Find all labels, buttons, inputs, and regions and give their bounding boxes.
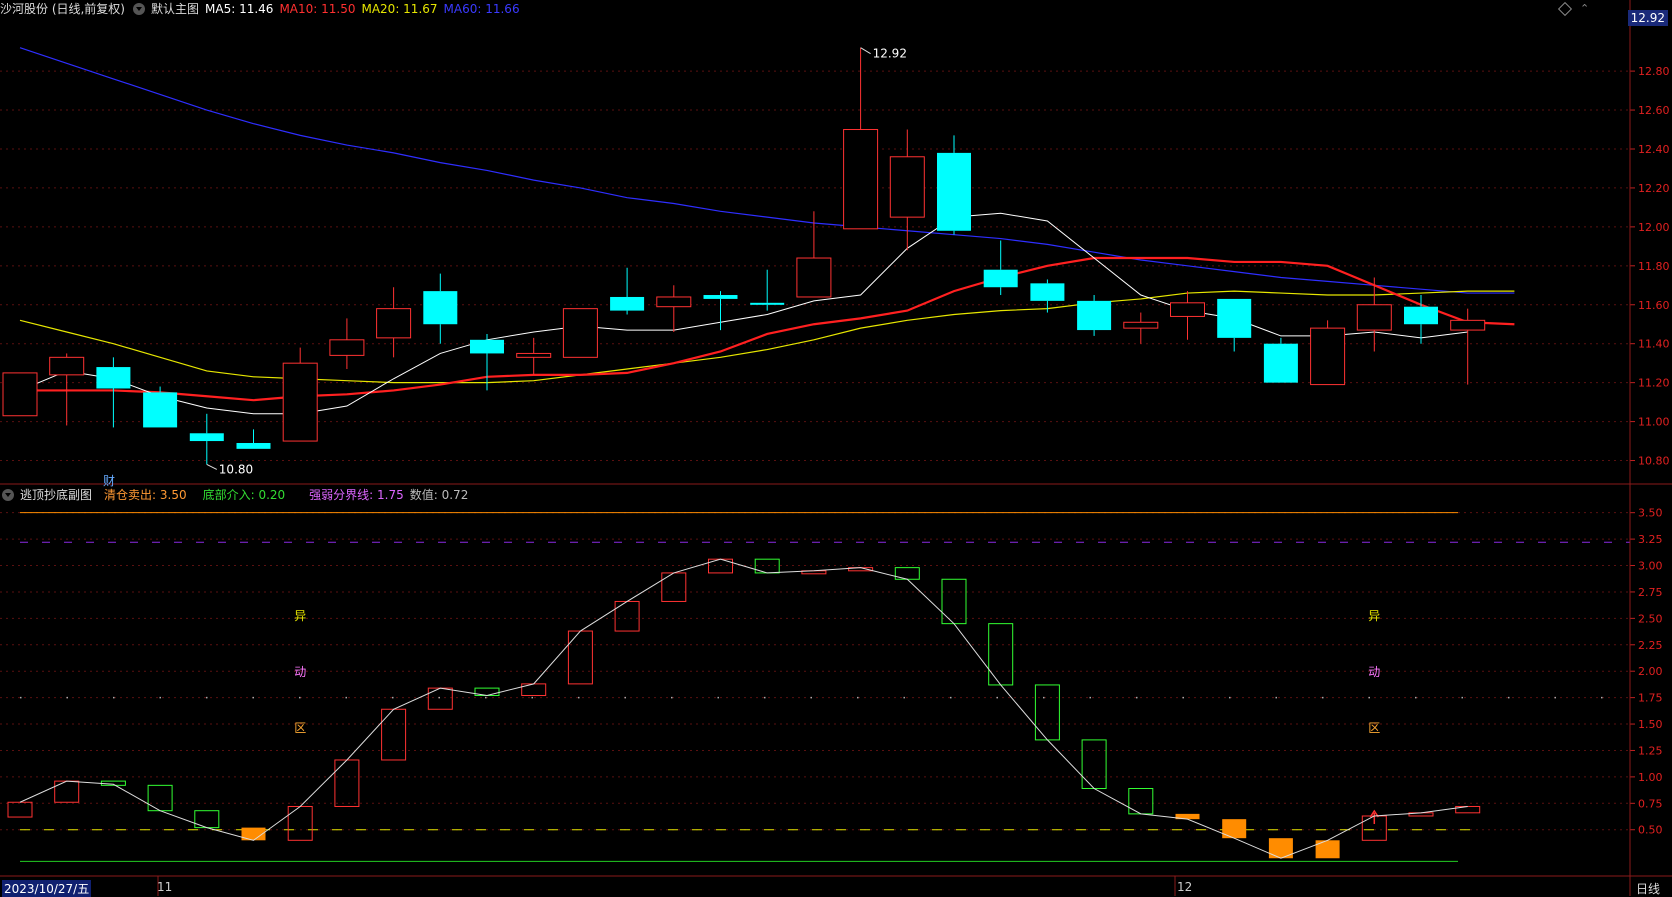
zone-char: 区 <box>1368 721 1380 735</box>
divide-line-label: 强弱分界线: 1.75 <box>309 488 404 502</box>
indicator-bottom-bar <box>1315 840 1340 859</box>
candle-body <box>1030 283 1065 301</box>
chart-name[interactable]: 默认主图 <box>151 0 199 18</box>
indicator-bottom-bar <box>1222 819 1247 839</box>
candle-body <box>656 296 692 308</box>
sub-y-tick-label: 2.00 <box>1638 665 1663 678</box>
candle-body <box>1217 298 1252 338</box>
month-11-label: 11 <box>157 880 173 894</box>
candle-body <box>610 296 645 311</box>
main-y-tick-label: 12.00 <box>1638 221 1670 234</box>
candle-body <box>1263 343 1298 383</box>
main-header: 沙河股份 (日线,前复权) 默认主图 MA5: 11.46 MA10: 11.5… <box>0 0 520 18</box>
candle-body <box>376 308 412 339</box>
candle-body <box>1450 319 1486 331</box>
current-price-badge: 12.92 <box>1627 10 1668 26</box>
candle-body <box>329 339 365 356</box>
candle-body <box>1170 302 1205 317</box>
candle-body <box>470 339 504 354</box>
candle-body <box>983 269 1018 288</box>
candle-body <box>236 443 271 449</box>
candle-body <box>750 302 785 305</box>
sub-header: 逃顶抄底副图 清仓卖出: 3.50 底部介入: 0.20 强弱分界线: 1.75… <box>0 486 468 504</box>
main-y-tick-label: 10.80 <box>1638 455 1670 468</box>
candle-body <box>189 433 224 442</box>
main-y-tick-label: 11.20 <box>1638 377 1670 390</box>
candle-body <box>96 367 131 389</box>
main-y-tick-label: 12.20 <box>1638 182 1670 195</box>
zone-char: 区 <box>294 721 306 735</box>
sub-y-tick-label: 2.75 <box>1638 586 1663 599</box>
sub-y-tick-label: 1.25 <box>1638 744 1663 757</box>
period-label[interactable]: 日线 <box>1636 880 1660 897</box>
candle-body <box>143 392 178 428</box>
date-start-label: 2023/10/27/五 <box>2 880 92 897</box>
dropdown-icon[interactable] <box>133 3 145 15</box>
sub-y-tick-label: 3.50 <box>1638 507 1663 520</box>
ma20-label: MA20: 11.67 <box>361 2 438 16</box>
sub-y-tick-label: 2.50 <box>1638 612 1663 625</box>
main-y-tick-label: 12.80 <box>1638 65 1670 78</box>
zone-char: 动 <box>294 665 306 679</box>
chevron-up-icon[interactable]: ⌃ <box>1580 2 1589 15</box>
sub-y-tick-label: 0.50 <box>1638 824 1663 837</box>
candle-body <box>2 372 38 417</box>
ma10-label: MA10: 11.50 <box>279 2 356 16</box>
zone-char: 动 <box>1368 665 1380 679</box>
zone-char: 异 <box>294 609 306 623</box>
month-12-label: 12 <box>1177 880 1193 894</box>
ma5-label: MA5: 11.46 <box>205 2 274 16</box>
candle-body <box>703 295 738 299</box>
candle-body <box>562 308 598 358</box>
main-y-tick-label: 11.60 <box>1638 299 1670 312</box>
sub-y-tick-label: 3.00 <box>1638 560 1663 573</box>
main-y-tick-label: 11.80 <box>1638 260 1670 273</box>
stock-chart[interactable]: 12.80 12.60 12.40 12.20 12.00 11.80 11.60 11.40… <box>0 0 1672 896</box>
dropdown-icon[interactable] <box>2 489 14 501</box>
candle-body <box>1356 304 1392 331</box>
high-price-label: 12.92 <box>873 47 907 61</box>
finance-mark[interactable]: 财 <box>103 472 115 489</box>
bottom-entry-label: 底部介入: 0.20 <box>202 488 286 502</box>
stock-name[interactable]: 沙河股份 (日线,前复权) <box>0 0 125 18</box>
sub-y-tick-label: 1.00 <box>1638 771 1663 784</box>
candle-body <box>1123 321 1159 329</box>
candle-body <box>516 352 552 358</box>
ma60-label: MA60: 11.66 <box>443 2 520 16</box>
candle-body <box>282 362 318 442</box>
clear-sell-label: 清仓卖出: 3.50 <box>104 488 187 502</box>
low-price-label: 10.80 <box>219 462 253 476</box>
candle-body <box>796 257 832 298</box>
sub-y-tick-label: 2.25 <box>1638 639 1663 652</box>
main-y-tick-label: 12.60 <box>1638 104 1670 117</box>
sub-y-tick-label: 1.50 <box>1638 718 1663 731</box>
value-label: 数值: 0.72 <box>409 488 469 502</box>
candle-body <box>937 152 971 231</box>
candle-body <box>1310 327 1346 386</box>
main-y-tick-label: 11.00 <box>1638 416 1670 429</box>
candle-body <box>423 291 458 325</box>
sub-indicator-name[interactable]: 逃顶抄底副图 <box>20 486 92 504</box>
main-y-tick-label: 12.40 <box>1638 143 1670 156</box>
sub-y-tick-label: 3.25 <box>1638 533 1663 546</box>
candle-body <box>1404 306 1438 325</box>
candle-body <box>843 129 879 230</box>
candle-body <box>1077 300 1112 331</box>
candle-body <box>49 356 85 376</box>
sub-y-tick-label: 1.75 <box>1638 692 1663 705</box>
zone-char: 异 <box>1368 609 1380 623</box>
sub-y-tick-label: 0.75 <box>1638 797 1663 810</box>
candle-body <box>889 156 925 218</box>
main-y-tick-label: 11.40 <box>1638 338 1670 351</box>
